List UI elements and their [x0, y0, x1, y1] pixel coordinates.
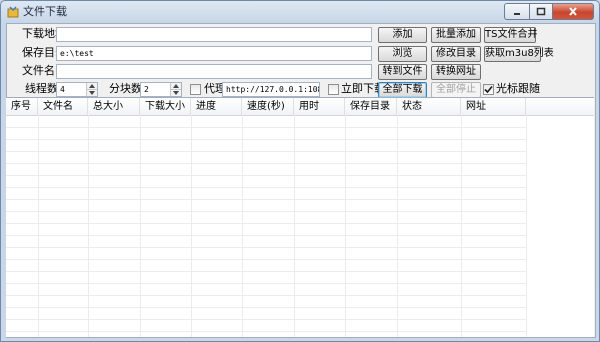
change-dir-button[interactable]: 修改目录: [431, 46, 481, 62]
threads-up-arrow[interactable]: [87, 83, 97, 90]
go-to-file-button[interactable]: 转到文件: [378, 64, 427, 80]
column-header-index[interactable]: 序号: [6, 98, 38, 115]
close-button[interactable]: [553, 3, 594, 20]
chunks-up-arrow[interactable]: [171, 83, 181, 90]
column-header-downloaded[interactable]: 下载大小: [140, 98, 191, 115]
column-header-url[interactable]: 网址: [461, 98, 526, 115]
filename-label: 文件名: [22, 64, 55, 77]
main-window: 文件下载 下载地址 添加 批量添加 TS文件合并 保存目录 e:\test 浏览…: [0, 0, 600, 342]
chevron-down-icon: [173, 91, 179, 95]
download-all-button[interactable]: 全部下载: [378, 82, 427, 98]
batch-add-button[interactable]: 批量添加: [431, 27, 481, 43]
filename-input[interactable]: [56, 64, 372, 79]
checkmark-icon: [484, 85, 493, 94]
chunks-label: 分块数: [109, 82, 142, 95]
column-header-speed[interactable]: 速度(秒): [242, 98, 294, 115]
threads-value: 4: [60, 85, 65, 94]
cursor-follow-label: 光标跟随: [496, 82, 540, 95]
maximize-icon: [536, 7, 546, 16]
column-header-status[interactable]: 状态: [397, 98, 461, 115]
window-title: 文件下载: [23, 5, 67, 18]
convert-url-button[interactable]: 转换网址: [431, 64, 481, 80]
proxy-input[interactable]: http://127.0.0.1:1080: [222, 82, 320, 97]
stop-all-button[interactable]: 全部停止: [431, 82, 481, 98]
column-header-progress[interactable]: 进度: [191, 98, 242, 115]
download-list[interactable]: 序号 文件名 总大小 下载大小 进度 速度(秒) 用时 保存目录 状态 网址: [6, 97, 594, 337]
add-button[interactable]: 添加: [378, 27, 427, 43]
chevron-up-icon: [89, 84, 95, 88]
grid-column-line: [526, 115, 527, 337]
minimize-icon: [514, 12, 520, 15]
chunks-stepper[interactable]: 2: [140, 82, 182, 97]
column-header-total-size[interactable]: 总大小: [88, 98, 140, 115]
chunks-down-arrow[interactable]: [171, 90, 181, 96]
column-header-save-dir[interactable]: 保存目录: [345, 98, 397, 115]
grid-row-line: [6, 331, 526, 337]
chevron-up-icon: [173, 84, 179, 88]
download-url-input[interactable]: [56, 27, 372, 42]
chunks-value: 2: [144, 85, 149, 94]
column-header-elapsed[interactable]: 用时: [294, 98, 345, 115]
minimize-button[interactable]: [504, 3, 530, 20]
close-icon: [569, 7, 577, 16]
proxy-checkbox[interactable]: [190, 84, 201, 95]
get-m3u8-button[interactable]: 获取m3u8列表: [484, 46, 554, 62]
browse-button[interactable]: 浏览: [378, 46, 427, 62]
threads-label: 线程数: [25, 82, 58, 95]
title-bar[interactable]: 文件下载: [1, 1, 599, 23]
threads-stepper[interactable]: 4: [56, 82, 98, 97]
ts-merge-button[interactable]: TS文件合并: [484, 27, 537, 43]
chevron-down-icon: [89, 91, 95, 95]
threads-down-arrow[interactable]: [87, 90, 97, 96]
maximize-button[interactable]: [530, 3, 553, 20]
cursor-follow-checkbox[interactable]: [483, 84, 494, 95]
download-list-header: 序号 文件名 总大小 下载大小 进度 速度(秒) 用时 保存目录 状态 网址: [6, 98, 594, 116]
save-dir-input[interactable]: e:\test: [56, 46, 372, 61]
app-icon: [7, 6, 19, 18]
instant-download-checkbox[interactable]: [328, 84, 339, 95]
column-header-filename[interactable]: 文件名: [38, 98, 88, 115]
